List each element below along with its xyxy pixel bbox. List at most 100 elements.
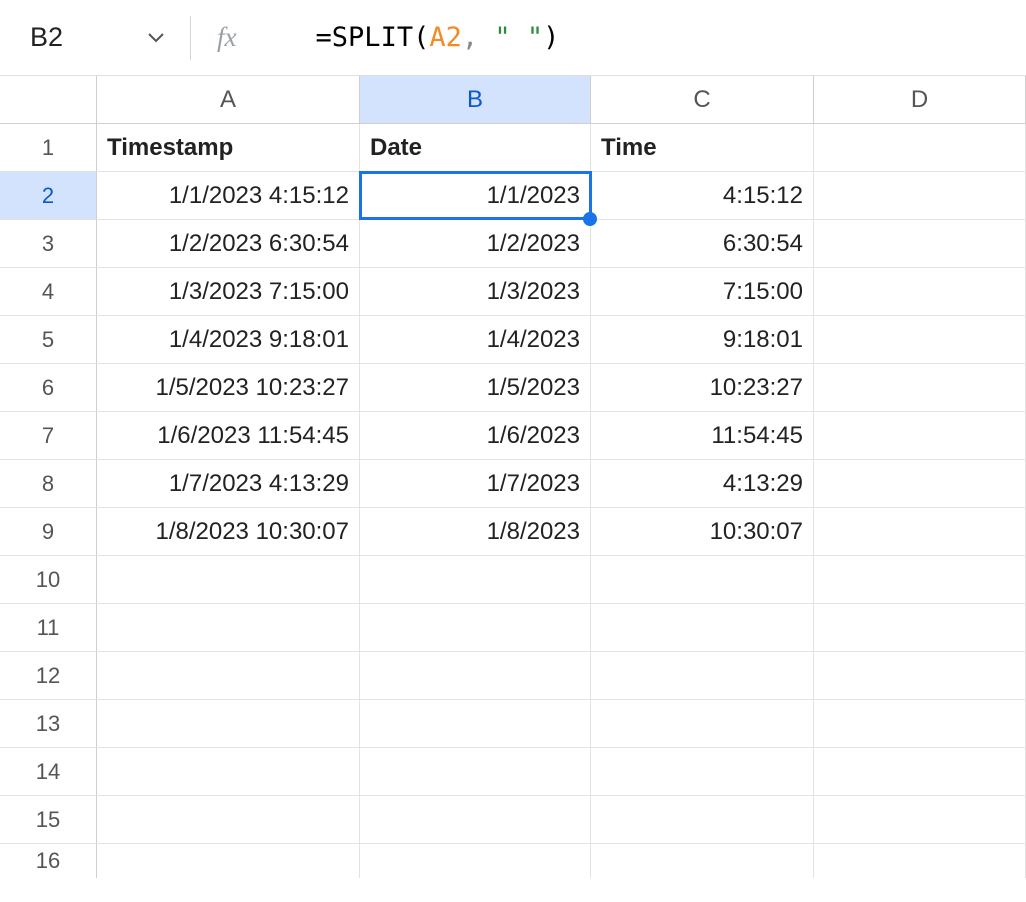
cell[interactable] (814, 604, 1026, 651)
cell[interactable] (360, 844, 591, 878)
cell-B4[interactable]: 1/3/2023 (360, 268, 591, 315)
cell[interactable] (591, 556, 814, 603)
cell[interactable] (814, 556, 1026, 603)
chevron-down-icon[interactable] (148, 33, 164, 43)
row-head[interactable]: 5 (0, 316, 97, 363)
name-box[interactable]: B2 (26, 22, 104, 53)
row-head[interactable]: 15 (0, 796, 97, 843)
cell[interactable] (360, 796, 591, 843)
cell[interactable] (591, 604, 814, 651)
col-head-C[interactable]: C (591, 76, 814, 123)
row-head[interactable]: 11 (0, 604, 97, 651)
cell-C7[interactable]: 11:54:45 (591, 412, 814, 459)
name-box-wrap[interactable]: B2 (26, 22, 188, 53)
cell[interactable] (97, 748, 360, 795)
cell-C2[interactable]: 4:15:12 (591, 172, 814, 219)
cell-D2[interactable] (814, 172, 1026, 219)
cell-A6[interactable]: 1/5/2023 10:23:27 (97, 364, 360, 411)
col-head-B[interactable]: B (360, 76, 591, 123)
cell-B5[interactable]: 1/4/2023 (360, 316, 591, 363)
cell-B1[interactable]: Date (360, 124, 591, 171)
cell-C4[interactable]: 7:15:00 (591, 268, 814, 315)
cell-D1[interactable] (814, 124, 1026, 171)
formula-eq: = (316, 22, 332, 53)
cell-C6[interactable]: 10:23:27 (591, 364, 814, 411)
cell-A2[interactable]: 1/1/2023 4:15:12 (97, 172, 360, 219)
cell[interactable] (360, 604, 591, 651)
cell[interactable] (360, 556, 591, 603)
cell-D4[interactable] (814, 268, 1026, 315)
cell[interactable] (97, 652, 360, 699)
formula-close: ) (543, 22, 559, 53)
cell-D5[interactable] (814, 316, 1026, 363)
cell-A3[interactable]: 1/2/2023 6:30:54 (97, 220, 360, 267)
cell-A4[interactable]: 1/3/2023 7:15:00 (97, 268, 360, 315)
cell-A8[interactable]: 1/7/2023 4:13:29 (97, 460, 360, 507)
row-head[interactable]: 2 (0, 172, 97, 219)
cell[interactable] (814, 844, 1026, 878)
cell-B2[interactable]: 1/1/2023 (360, 172, 591, 219)
cell[interactable] (591, 652, 814, 699)
cell[interactable] (814, 652, 1026, 699)
row-head[interactable]: 10 (0, 556, 97, 603)
cell-C8[interactable]: 4:13:29 (591, 460, 814, 507)
cell[interactable] (97, 796, 360, 843)
row-head[interactable]: 6 (0, 364, 97, 411)
cell[interactable] (591, 844, 814, 878)
cell[interactable] (97, 556, 360, 603)
cell[interactable] (360, 748, 591, 795)
row-head[interactable]: 7 (0, 412, 97, 459)
row-head[interactable]: 13 (0, 700, 97, 747)
cell-B9[interactable]: 1/8/2023 (360, 508, 591, 555)
row-head[interactable]: 12 (0, 652, 97, 699)
cell-D3[interactable] (814, 220, 1026, 267)
fx-icon[interactable]: fx (217, 22, 237, 53)
col-head-A[interactable]: A (97, 76, 360, 123)
select-all-corner[interactable] (0, 76, 97, 123)
row-head[interactable]: 3 (0, 220, 97, 267)
cell-C5[interactable]: 9:18:01 (591, 316, 814, 363)
row: 12 (0, 652, 1026, 700)
row-head[interactable]: 14 (0, 748, 97, 795)
formula-input[interactable]: =SPLIT(A2, " ") (251, 0, 560, 84)
cell-C1[interactable]: Time (591, 124, 814, 171)
cell-A1[interactable]: Timestamp (97, 124, 360, 171)
row-head[interactable]: 4 (0, 268, 97, 315)
cell[interactable] (591, 700, 814, 747)
row-head[interactable]: 1 (0, 124, 97, 171)
cell[interactable] (97, 604, 360, 651)
cell[interactable] (814, 748, 1026, 795)
cell-A7[interactable]: 1/6/2023 11:54:45 (97, 412, 360, 459)
cell-A5[interactable]: 1/4/2023 9:18:01 (97, 316, 360, 363)
cell-D8[interactable] (814, 460, 1026, 507)
cell[interactable] (591, 748, 814, 795)
row: 8 1/7/2023 4:13:29 1/7/2023 4:13:29 (0, 460, 1026, 508)
cell[interactable] (360, 652, 591, 699)
col-head-D[interactable]: D (814, 76, 1026, 123)
formula-space (478, 22, 494, 53)
cell-B3[interactable]: 1/2/2023 (360, 220, 591, 267)
row: 14 (0, 748, 1026, 796)
cell-D9[interactable] (814, 508, 1026, 555)
row: 10 (0, 556, 1026, 604)
formula-str: " " (494, 22, 543, 53)
row-head[interactable]: 16 (0, 844, 97, 878)
row: 2 1/1/2023 4:15:12 1/1/2023 4:15:12 (0, 172, 1026, 220)
cell[interactable] (360, 700, 591, 747)
row-head[interactable]: 9 (0, 508, 97, 555)
cell[interactable] (97, 844, 360, 878)
cell[interactable] (97, 700, 360, 747)
cell-D7[interactable] (814, 412, 1026, 459)
row: 5 1/4/2023 9:18:01 1/4/2023 9:18:01 (0, 316, 1026, 364)
cell[interactable] (814, 700, 1026, 747)
cell[interactable] (814, 796, 1026, 843)
cell-C3[interactable]: 6:30:54 (591, 220, 814, 267)
cell[interactable] (591, 796, 814, 843)
row-head[interactable]: 8 (0, 460, 97, 507)
cell-B7[interactable]: 1/6/2023 (360, 412, 591, 459)
cell-B6[interactable]: 1/5/2023 (360, 364, 591, 411)
cell-C9[interactable]: 10:30:07 (591, 508, 814, 555)
cell-A9[interactable]: 1/8/2023 10:30:07 (97, 508, 360, 555)
cell-B8[interactable]: 1/7/2023 (360, 460, 591, 507)
cell-D6[interactable] (814, 364, 1026, 411)
